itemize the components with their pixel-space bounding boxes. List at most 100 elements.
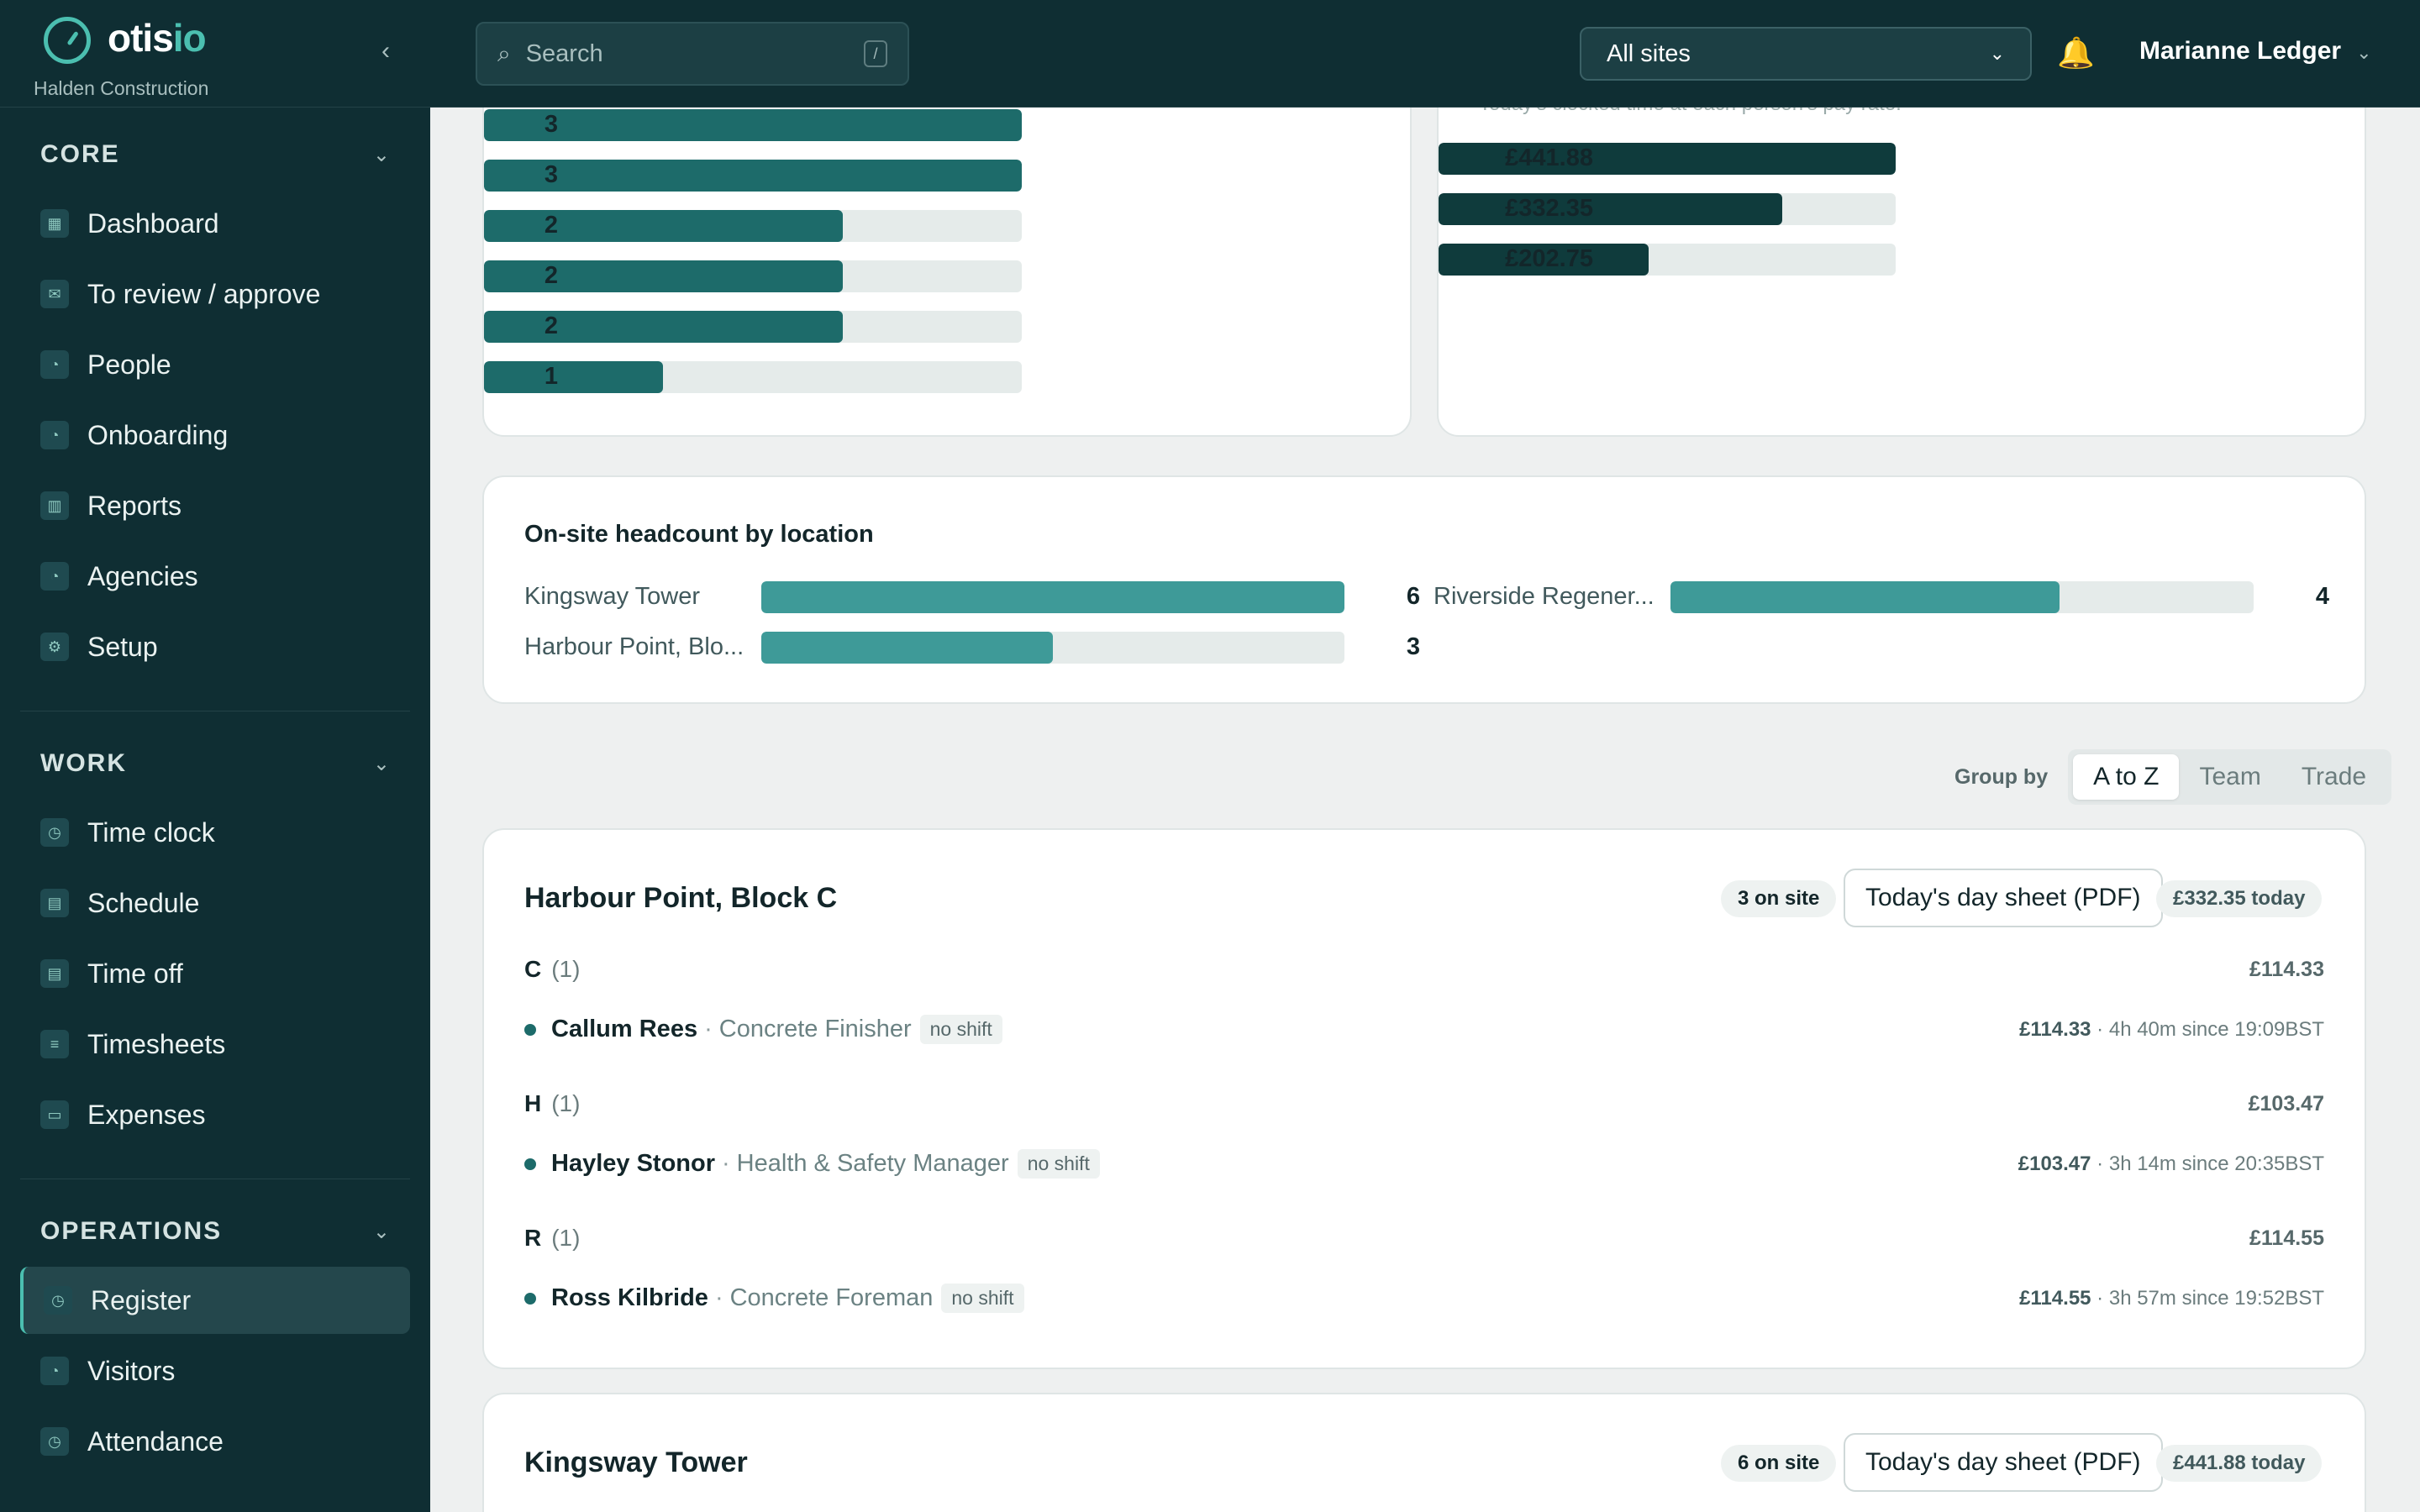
bar-value: 2 xyxy=(544,212,558,239)
group-total: £103.47 xyxy=(2248,1092,2324,1116)
sidebar-item-expenses[interactable]: ▭ Expenses xyxy=(20,1081,410,1148)
on-site-count-badge: 3 on site xyxy=(1721,880,1837,917)
bar-fill xyxy=(484,109,1022,141)
day-sheet-pdf-button[interactable]: Today's day sheet (PDF) xyxy=(1844,869,2163,927)
group-by-a-to-z[interactable]: A to Z xyxy=(2073,754,2180,800)
site-title: Harbour Point, Block C xyxy=(524,882,838,914)
status-dot xyxy=(524,1292,536,1305)
clock-icon: ◷ xyxy=(40,818,69,847)
sidebar-item-register[interactable]: ◷ Register xyxy=(20,1267,410,1334)
bar-track xyxy=(484,210,1022,242)
bar-label: Harbour Point, Blo... xyxy=(524,633,744,660)
sidebar-item-timesheets[interactable]: ≡ Timesheets xyxy=(20,1011,410,1078)
section-header-operations[interactable]: OPERATIONS ⌄ xyxy=(20,1196,410,1267)
person-name: Ross Kilbride xyxy=(551,1284,708,1311)
sidebar-item-reports[interactable]: ▥ Reports xyxy=(20,472,410,539)
user-menu[interactable]: Marianne Ledger ⌄ xyxy=(2139,37,2372,66)
logo-text[interactable]: otisio xyxy=(108,15,207,60)
bar-value: 3 xyxy=(1406,633,1420,660)
bar-value: £202.75 xyxy=(1505,245,1593,272)
clock-icon: ◷ xyxy=(44,1286,72,1315)
person-time-detail: £114.33 · 4h 40m since 19:09BST xyxy=(2019,1018,2324,1041)
sidebar-item-schedule[interactable]: ▤ Schedule xyxy=(20,869,410,937)
bar-value: £441.88 xyxy=(1505,144,1593,171)
clock-icon: ◷ xyxy=(40,1427,69,1456)
day-sheet-pdf-button[interactable]: Today's day sheet (PDF) xyxy=(1844,1433,2163,1492)
bar-track xyxy=(484,109,1022,141)
bar-value: 2 xyxy=(544,312,558,339)
chevron-down-icon: ⌄ xyxy=(372,143,390,166)
shift-tag: no shift xyxy=(941,1284,1024,1313)
headcount-by-location-card: On-site headcount by location Kingsway T… xyxy=(482,475,2366,704)
brand: otisio Halden Construction ‹ xyxy=(0,0,430,108)
bar-value: 6 xyxy=(1406,583,1420,610)
person-row[interactable]: Callum Rees · Concrete Finisher no shift xyxy=(524,1015,1002,1044)
person-icon: ◔ xyxy=(40,350,69,379)
chevron-down-icon: ⌄ xyxy=(372,1220,390,1243)
person-icon: ◔ xyxy=(40,562,69,591)
sidebar-item-dashboard[interactable]: ▦ Dashboard xyxy=(20,190,410,257)
bar-track xyxy=(484,260,1022,292)
bar-value: 3 xyxy=(544,161,558,188)
today-cost-badge: £332.35 today xyxy=(2156,880,2323,917)
bar-value: 1 xyxy=(544,363,558,390)
section-header-core[interactable]: CORE ⌄ xyxy=(20,119,410,190)
nav-section-work: WORK ⌄ ◷ Time clock ▤ Schedule ▤ Time off ≡… xyxy=(0,728,430,1148)
sidebar-item-time-off[interactable]: ▤ Time off xyxy=(20,940,410,1007)
sidebar-item-setup[interactable]: ⚙ Setup xyxy=(20,613,410,680)
chevron-down-icon: ⌄ xyxy=(1989,43,2005,64)
sidebar-item-people[interactable]: ◔ People xyxy=(20,331,410,398)
bar-fill xyxy=(761,581,1344,613)
card-icon: ▭ xyxy=(40,1100,69,1129)
person-time-detail: £114.55 · 3h 57m since 19:52BST xyxy=(2019,1287,2324,1310)
bar-track xyxy=(484,361,1022,393)
group-by-segmented: A to Z Team Trade xyxy=(2068,749,2392,805)
list-icon: ≡ xyxy=(40,1030,69,1058)
bar-chart-icon: ▥ xyxy=(40,491,69,520)
person-role: Concrete Foreman xyxy=(729,1284,934,1311)
org-name: Halden Construction xyxy=(34,77,209,99)
collapse-sidebar-icon[interactable]: ‹ xyxy=(381,37,390,66)
sliders-icon: ⚙ xyxy=(40,633,69,661)
nav-section-operations: OPERATIONS ⌄ ◷ Register ◔ Visitors ◷ Attend… xyxy=(0,1196,430,1475)
site-filter-value: All sites xyxy=(1607,39,1691,67)
sidebar-item-review[interactable]: ✉ To review / approve xyxy=(20,260,410,328)
group-by-trade[interactable]: Trade xyxy=(2281,754,2386,800)
group-by-team[interactable]: Team xyxy=(2179,754,2281,800)
person-row[interactable]: Ross Kilbride · Concrete Foreman no shif… xyxy=(524,1284,1024,1313)
bell-icon[interactable]: 🔔 xyxy=(2057,35,2095,71)
group-letter-c: C (1) xyxy=(524,956,581,982)
site-card-harbour-point: Harbour Point, Block C 3 on site Today's… xyxy=(482,828,2366,1369)
dashboard-icon: ▦ xyxy=(40,209,69,238)
bar-fill xyxy=(761,632,1053,664)
sidebar: otisio Halden Construction ‹ CORE ⌄ ▦ Das… xyxy=(0,0,430,1512)
person-row[interactable]: Hayley Stonor · Health & Safety Manager … xyxy=(524,1149,1100,1179)
sidebar-item-agencies[interactable]: ◔ Agencies xyxy=(20,543,410,610)
person-name: Hayley Stonor xyxy=(551,1150,715,1177)
shift-tag: no shift xyxy=(919,1015,1002,1044)
person-time-detail: £103.47 · 3h 14m since 20:35BST xyxy=(2018,1152,2324,1175)
inbox-icon: ✉ xyxy=(40,280,69,308)
chevron-down-icon: ⌄ xyxy=(2356,42,2372,63)
sidebar-item-attendance[interactable]: ◷ Attendance xyxy=(20,1408,410,1475)
group-total: £114.33 xyxy=(2249,958,2324,981)
user-name: Marianne Ledger xyxy=(2139,37,2342,65)
bar-value: 2 xyxy=(544,262,558,289)
sidebar-item-visitors[interactable]: ◔ Visitors xyxy=(20,1337,410,1404)
search-input[interactable]: ⌕ Search / xyxy=(476,22,909,86)
shift-tag: no shift xyxy=(1017,1149,1100,1179)
group-total: £114.55 xyxy=(2249,1226,2324,1250)
sidebar-item-onboarding[interactable]: ◔ Onboarding xyxy=(20,402,410,469)
site-filter-select[interactable]: All sites ⌄ xyxy=(1580,27,2032,81)
bar-fill xyxy=(1670,581,2060,613)
search-icon: ⌕ xyxy=(497,39,511,66)
on-site-count-badge: 6 on site xyxy=(1721,1445,1837,1482)
search-shortcut-key: / xyxy=(864,40,887,67)
sidebar-item-time-clock[interactable]: ◷ Time clock xyxy=(20,799,410,866)
nav-section-core: CORE ⌄ ▦ Dashboard ✉ To review / approve ◔… xyxy=(0,119,430,680)
section-header-work[interactable]: WORK ⌄ xyxy=(20,728,410,799)
person-role: Concrete Finisher xyxy=(718,1016,912,1042)
bar-value: 3 xyxy=(544,111,558,138)
group-by-control: Group by A to Z Team Trade xyxy=(1954,749,2392,805)
search-placeholder: Search xyxy=(525,39,603,67)
